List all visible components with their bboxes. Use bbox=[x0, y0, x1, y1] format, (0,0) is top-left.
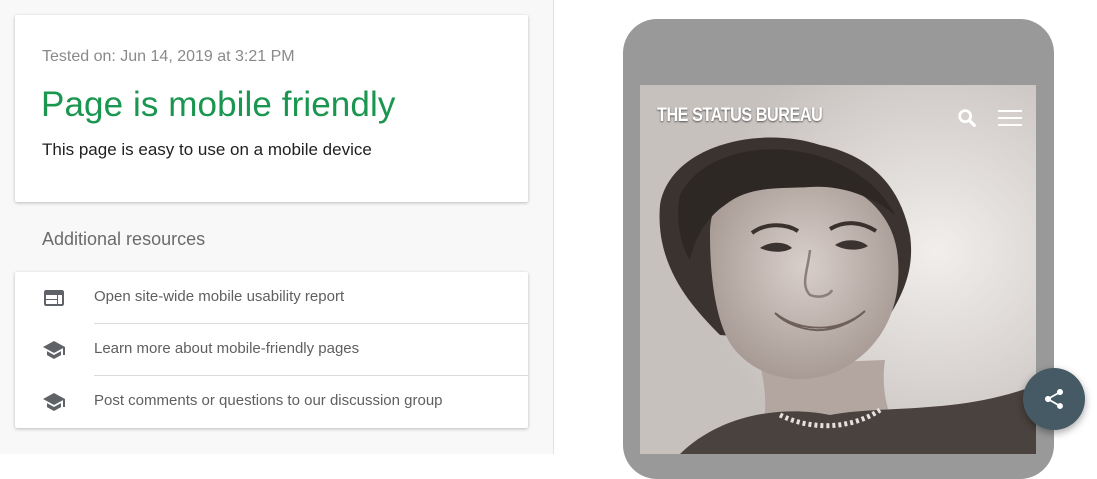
school-icon bbox=[43, 341, 65, 359]
web-report-icon bbox=[44, 290, 64, 306]
resource-item-label: Learn more about mobile-friendly pages bbox=[94, 340, 360, 357]
tested-on-timestamp: Tested on: Jun 14, 2019 at 3:21 PM bbox=[42, 48, 295, 65]
hamburger-menu-icon bbox=[998, 110, 1022, 126]
result-title: Page is mobile friendly bbox=[41, 85, 396, 124]
school-icon bbox=[43, 393, 65, 411]
search-icon bbox=[958, 109, 976, 127]
resources-card: Open site-wide mobile usability report L… bbox=[15, 272, 528, 428]
resource-item-usability-report[interactable]: Open site-wide mobile usability report bbox=[15, 272, 528, 324]
site-logo-text: THE STATUS BUREAU bbox=[657, 105, 823, 126]
resource-item-discussion-group[interactable]: Post comments or questions to our discus… bbox=[15, 376, 528, 428]
result-card: Tested on: Jun 14, 2019 at 3:21 PM Page … bbox=[15, 15, 528, 202]
mobile-preview-screenshot: THE STATUS BUREAU bbox=[640, 85, 1036, 454]
result-description: This page is easy to use on a mobile dev… bbox=[42, 140, 372, 159]
results-pane: Tested on: Jun 14, 2019 at 3:21 PM Page … bbox=[0, 0, 554, 454]
share-icon bbox=[1045, 389, 1063, 409]
portrait-photo bbox=[640, 85, 1036, 454]
resources-heading: Additional resources bbox=[42, 229, 206, 249]
resource-item-label: Post comments or questions to our discus… bbox=[94, 392, 443, 409]
resource-item-learn-more[interactable]: Learn more about mobile-friendly pages bbox=[15, 324, 528, 376]
resource-item-label: Open site-wide mobile usability report bbox=[94, 288, 345, 305]
share-button[interactable] bbox=[1023, 368, 1085, 430]
